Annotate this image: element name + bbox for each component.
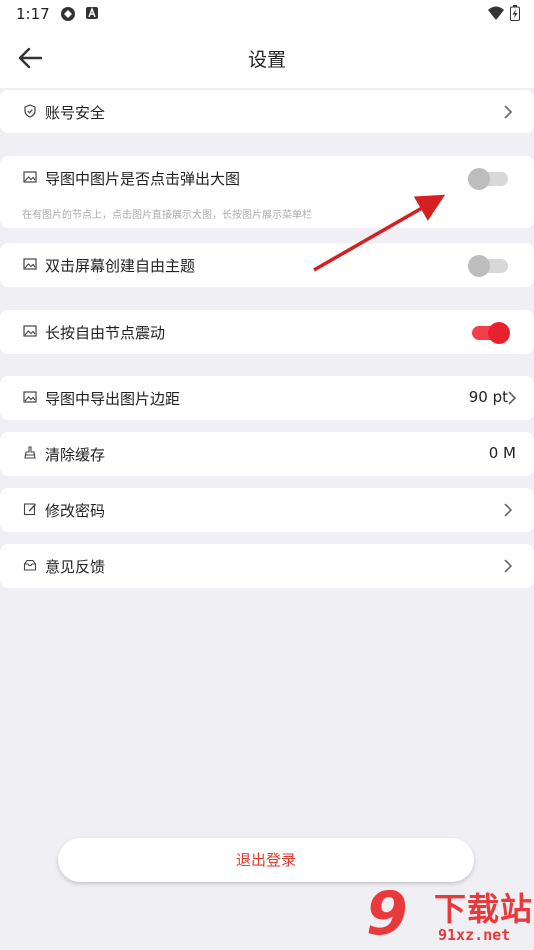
status-time: 1:17 [16, 5, 50, 23]
image-icon [23, 391, 37, 403]
site-watermark: 9 下载站 91xz.net [362, 880, 534, 950]
status-bar: 1:17 [0, 0, 534, 28]
row-label-clear-cache: 清除缓存 [45, 446, 106, 464]
group-long-press: 长按自由节点震动 [0, 310, 534, 354]
page-title: 设置 [247, 49, 286, 71]
watermark-logo: 9 [366, 879, 408, 949]
image-popup-toggle[interactable] [468, 168, 510, 190]
image-icon [23, 325, 37, 337]
group-account: 账号安全 [0, 90, 534, 133]
shield-icon [24, 104, 36, 118]
battery-charging-icon [510, 5, 520, 21]
row-label-change-password: 修改密码 [45, 502, 106, 520]
feedback-icon [23, 559, 37, 571]
export-margin-value: 90 pt [468, 388, 508, 406]
broom-icon [24, 446, 36, 459]
row-label-image-popup: 导图中图片是否点击弹出大图 [45, 170, 241, 188]
row-feedback[interactable]: 意见反馈 [0, 544, 534, 588]
row-label-double-tap: 双击屏幕创建自由主题 [45, 257, 196, 275]
toggle-knob [468, 168, 490, 190]
row-clear-cache[interactable]: 清除缓存 0 M [0, 432, 534, 476]
image-icon [23, 171, 37, 183]
group-change-password: 修改密码 [0, 488, 534, 532]
row-label-account-security: 账号安全 [45, 104, 106, 122]
row-change-password[interactable]: 修改密码 [0, 488, 534, 532]
row-label-export-margin: 导图中导出图片边距 [45, 390, 181, 408]
app-header: 设置 [0, 28, 534, 88]
double-tap-toggle[interactable] [468, 255, 510, 277]
group-export-margin: 导图中导出图片边距 90 pt [0, 376, 534, 420]
chevron-right-icon [508, 391, 517, 405]
chevron-right-icon [504, 105, 513, 119]
accessibility-icon [86, 7, 98, 19]
chevron-right-icon [504, 503, 513, 517]
toggle-knob [488, 322, 510, 344]
logout-button[interactable]: 退出登录 [58, 838, 474, 882]
row-label-long-press: 长按自由节点震动 [45, 324, 166, 342]
row-account-security[interactable]: 账号安全 [0, 90, 534, 134]
group-clear-cache: 清除缓存 0 M [0, 432, 534, 476]
image-icon [23, 258, 37, 270]
long-press-vibrate-toggle[interactable] [468, 322, 510, 344]
watermark-sub: 91xz.net [438, 926, 511, 944]
edit-icon [23, 503, 36, 516]
chevron-right-icon [504, 559, 513, 573]
clear-cache-value: 0 M [488, 444, 516, 462]
toggle-knob [468, 255, 490, 277]
sync-icon [61, 7, 75, 21]
row-long-press-vibrate: 长按自由节点震动 [0, 310, 534, 354]
annotation-arrow-icon [313, 194, 446, 272]
row-label-feedback: 意见反馈 [45, 558, 106, 576]
image-popup-hint: 在有图片的节点上，点击图片直接展示大图，长按图片展示菜单栏 [22, 210, 312, 221]
row-export-margin[interactable]: 导图中导出图片边距 90 pt [0, 376, 534, 420]
wifi-icon [488, 6, 504, 20]
group-feedback: 意见反馈 [0, 544, 534, 588]
watermark-main: 下载站 [434, 890, 534, 928]
